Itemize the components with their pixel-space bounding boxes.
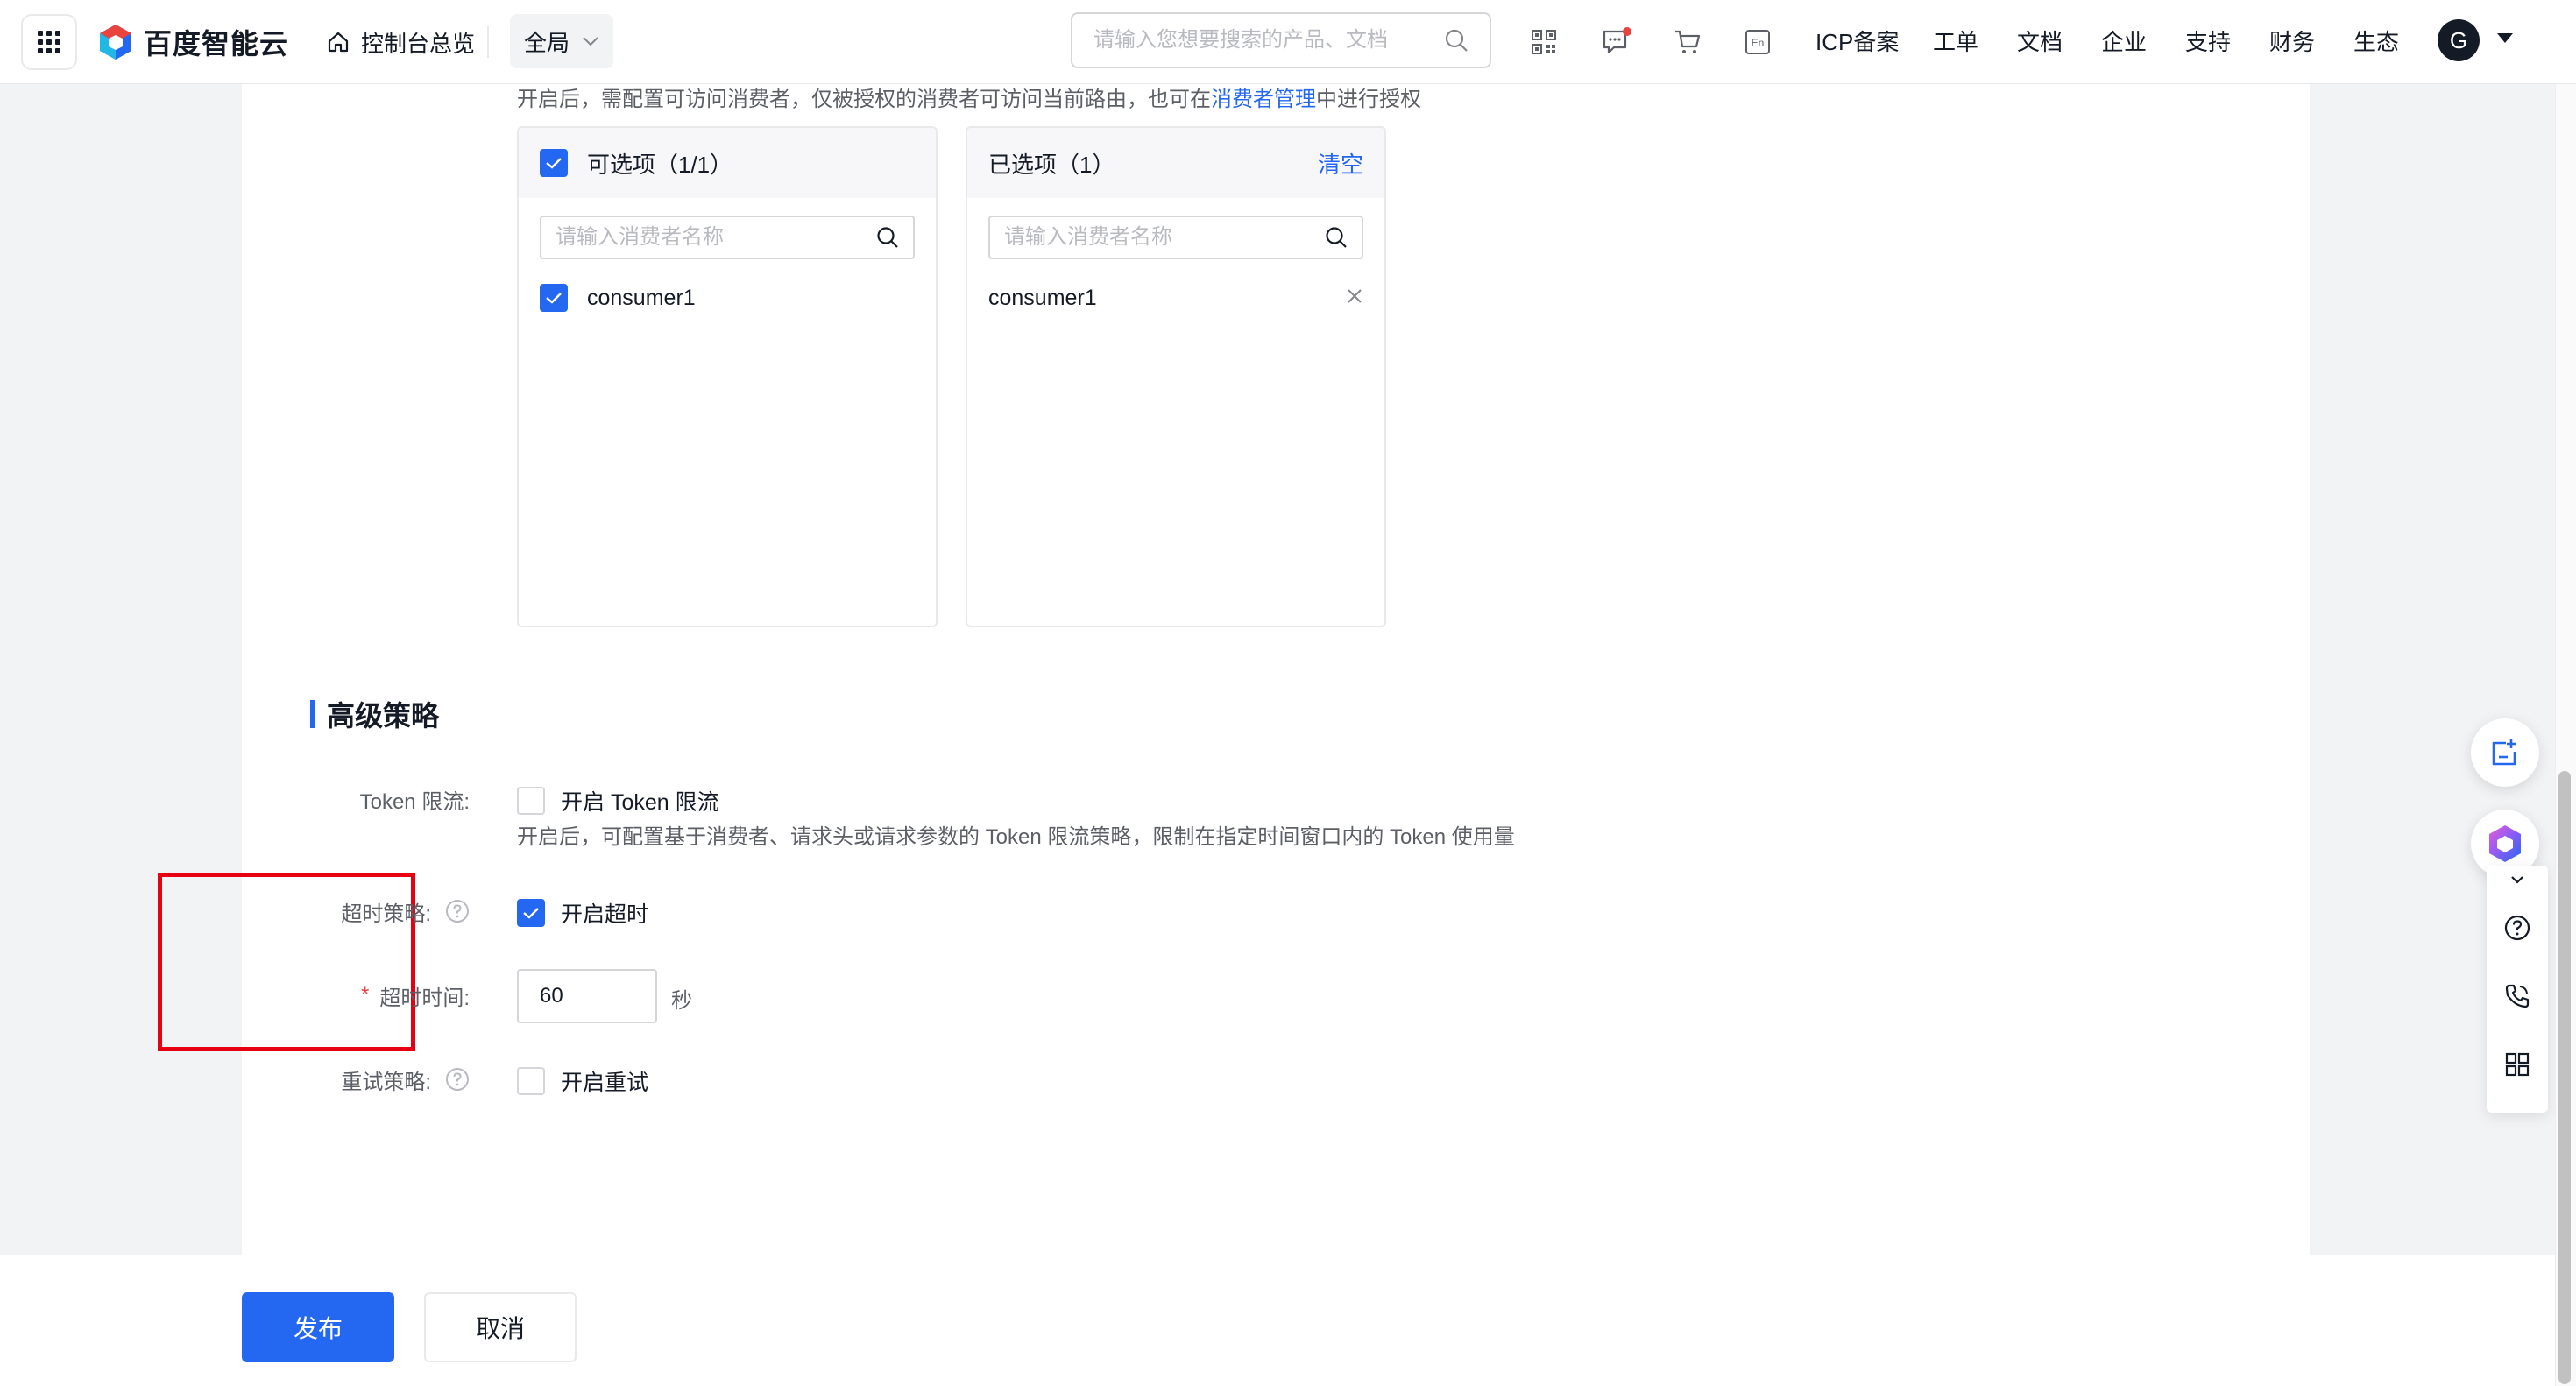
help-icon[interactable] — [445, 899, 470, 923]
timeout-unit: 秒 — [671, 989, 692, 1013]
language-button[interactable]: En — [1737, 21, 1779, 63]
apps-grid-button[interactable] — [21, 14, 77, 70]
toolbar-collapse-button[interactable] — [2487, 866, 2548, 894]
brand-logo[interactable]: 百度智能云 — [98, 19, 288, 65]
baidu-cloud-logo-icon — [100, 25, 131, 60]
form-footer: 发布 取消 — [0, 1255, 2555, 1386]
selected-panel-header: 已选项（1） 清空 — [967, 128, 1384, 198]
available-search[interactable] — [540, 216, 915, 259]
console-home-label: 控制台总览 — [361, 30, 476, 57]
feedback-icon — [2492, 739, 2516, 766]
list-item: consumer1 — [988, 282, 1363, 314]
home-icon — [328, 32, 349, 53]
publish-button[interactable]: 发布 — [242, 1292, 394, 1362]
contact-phone-button[interactable] — [2487, 962, 2548, 1030]
check-icon — [546, 293, 562, 304]
more-apps-button[interactable] — [2487, 1030, 2548, 1099]
advanced-policy-title: 高级策略 — [310, 694, 439, 734]
required-mark: * — [360, 983, 370, 1007]
chevron-down-icon — [2511, 876, 2523, 884]
timeout-value-label: * 超时时间: — [360, 983, 470, 1010]
nav-support[interactable]: 支持 — [2185, 23, 2231, 61]
apps-grid-icon — [38, 31, 60, 53]
retry-checkbox-label: 开启重试 — [561, 1071, 649, 1095]
page-scrollbar-thumb[interactable] — [2558, 771, 2571, 1384]
chevron-down-icon — [583, 37, 598, 46]
transfer-selected-panel: 已选项（1） 清空 consumer1 — [966, 126, 1386, 627]
header-divider — [487, 26, 489, 58]
retry-policy-label: 重试策略: — [242, 1062, 470, 1097]
check-icon — [546, 158, 562, 169]
language-en-icon: En — [1745, 30, 1770, 54]
check-icon — [523, 908, 539, 919]
route-config-form: 开启后，需配置可访问消费者，仅被授权的消费者可访问当前路由，也可在消费者管理中进… — [158, 84, 2310, 1255]
nav-icp[interactable]: ICP备案 — [1815, 23, 1899, 61]
search-icon[interactable] — [1325, 226, 1348, 249]
token-limit-checkbox-label: 开启 Token 限流 — [561, 790, 719, 815]
section-accent-bar — [310, 700, 315, 728]
cart-icon — [1675, 30, 1701, 53]
consumer-checkbox[interactable] — [540, 284, 568, 312]
available-panel-title: 可选项（1/1） — [587, 151, 733, 178]
token-limit-checkbox[interactable] — [517, 787, 545, 815]
selected-search-input[interactable] — [1004, 225, 1302, 250]
consumer-name: consumer1 — [587, 285, 696, 310]
timeout-checkbox[interactable] — [517, 899, 545, 927]
timeout-checkbox-label: 开启超时 — [561, 902, 649, 927]
selected-panel-title: 已选项（1） — [988, 151, 1115, 178]
list-item[interactable]: consumer1 — [540, 282, 915, 314]
close-icon[interactable] — [1346, 287, 1363, 305]
question-circle-icon — [2504, 915, 2530, 941]
cancel-button[interactable]: 取消 — [424, 1292, 577, 1362]
grid-four-icon — [2505, 1052, 2530, 1077]
console-home-link[interactable]: 控制台总览 — [326, 19, 475, 65]
nav-enterprise[interactable]: 企业 — [2101, 23, 2147, 61]
timeout-seconds-input[interactable] — [517, 969, 657, 1023]
message-button[interactable] — [1596, 21, 1638, 63]
top-navigation-bar: 百度智能云 控制台总览 全局 请输入您想要搜索的产品、文档 En ICP备案 工… — [0, 0, 2576, 84]
retry-option[interactable]: 开启重试 — [517, 1065, 648, 1097]
message-icon — [1603, 27, 1631, 54]
token-limit-option[interactable]: 开启 Token 限流 — [517, 785, 719, 817]
nav-docs[interactable]: 文档 — [2017, 23, 2063, 61]
consumer-management-link[interactable]: 消费者管理 — [1211, 88, 1316, 111]
cart-button[interactable] — [1667, 21, 1709, 63]
transfer-available-panel: 可选项（1/1） consumer1 — [517, 126, 938, 627]
token-limit-label: Token 限流: — [359, 789, 470, 814]
brand-name: 百度智能云 — [144, 28, 289, 60]
search-icon[interactable] — [876, 226, 899, 249]
consumer-auth-description: 开启后，需配置可访问消费者，仅被授权的消费者可访问当前路由，也可在消费者管理中进… — [517, 88, 1421, 111]
region-select[interactable]: 全局 — [510, 14, 613, 68]
feedback-float-button[interactable] — [2471, 718, 2539, 787]
nav-ticket[interactable]: 工单 — [1933, 23, 1978, 61]
qrcode-button[interactable] — [1523, 21, 1565, 63]
clear-selected-button[interactable]: 清空 — [1318, 147, 1363, 180]
ai-assistant-icon — [2489, 825, 2521, 862]
selected-search[interactable] — [988, 216, 1363, 259]
selected-consumer-name: consumer1 — [988, 285, 1097, 310]
timeout-option[interactable]: 开启超时 — [517, 897, 648, 929]
nav-ecosystem[interactable]: 生态 — [2353, 23, 2399, 61]
side-toolbar — [2487, 866, 2548, 1113]
select-all-checkbox[interactable] — [540, 149, 568, 177]
help-center-button[interactable] — [2487, 894, 2548, 962]
caret-down-icon[interactable] — [2497, 33, 2513, 43]
global-search[interactable] — [1071, 12, 1491, 68]
help-icon[interactable] — [445, 1067, 470, 1092]
user-avatar[interactable]: G — [2438, 19, 2480, 61]
search-icon[interactable] — [1444, 28, 1468, 53]
available-panel-header: 可选项（1/1） — [519, 128, 936, 198]
available-search-input[interactable] — [556, 225, 853, 250]
token-limit-description: 开启后，可配置基于消费者、请求头或请求参数的 Token 限流策略，限制在指定时… — [517, 825, 1515, 849]
qrcode-icon — [1532, 30, 1556, 54]
phone-icon — [2505, 984, 2530, 1008]
timeout-policy-label: 超时策略: — [242, 894, 470, 929]
nav-finance[interactable]: 财务 — [2269, 23, 2315, 61]
retry-checkbox[interactable] — [517, 1067, 545, 1095]
region-value: 全局 — [523, 29, 570, 56]
global-search-input[interactable] — [1093, 28, 1426, 53]
svg-text:En: En — [1752, 37, 1765, 49]
